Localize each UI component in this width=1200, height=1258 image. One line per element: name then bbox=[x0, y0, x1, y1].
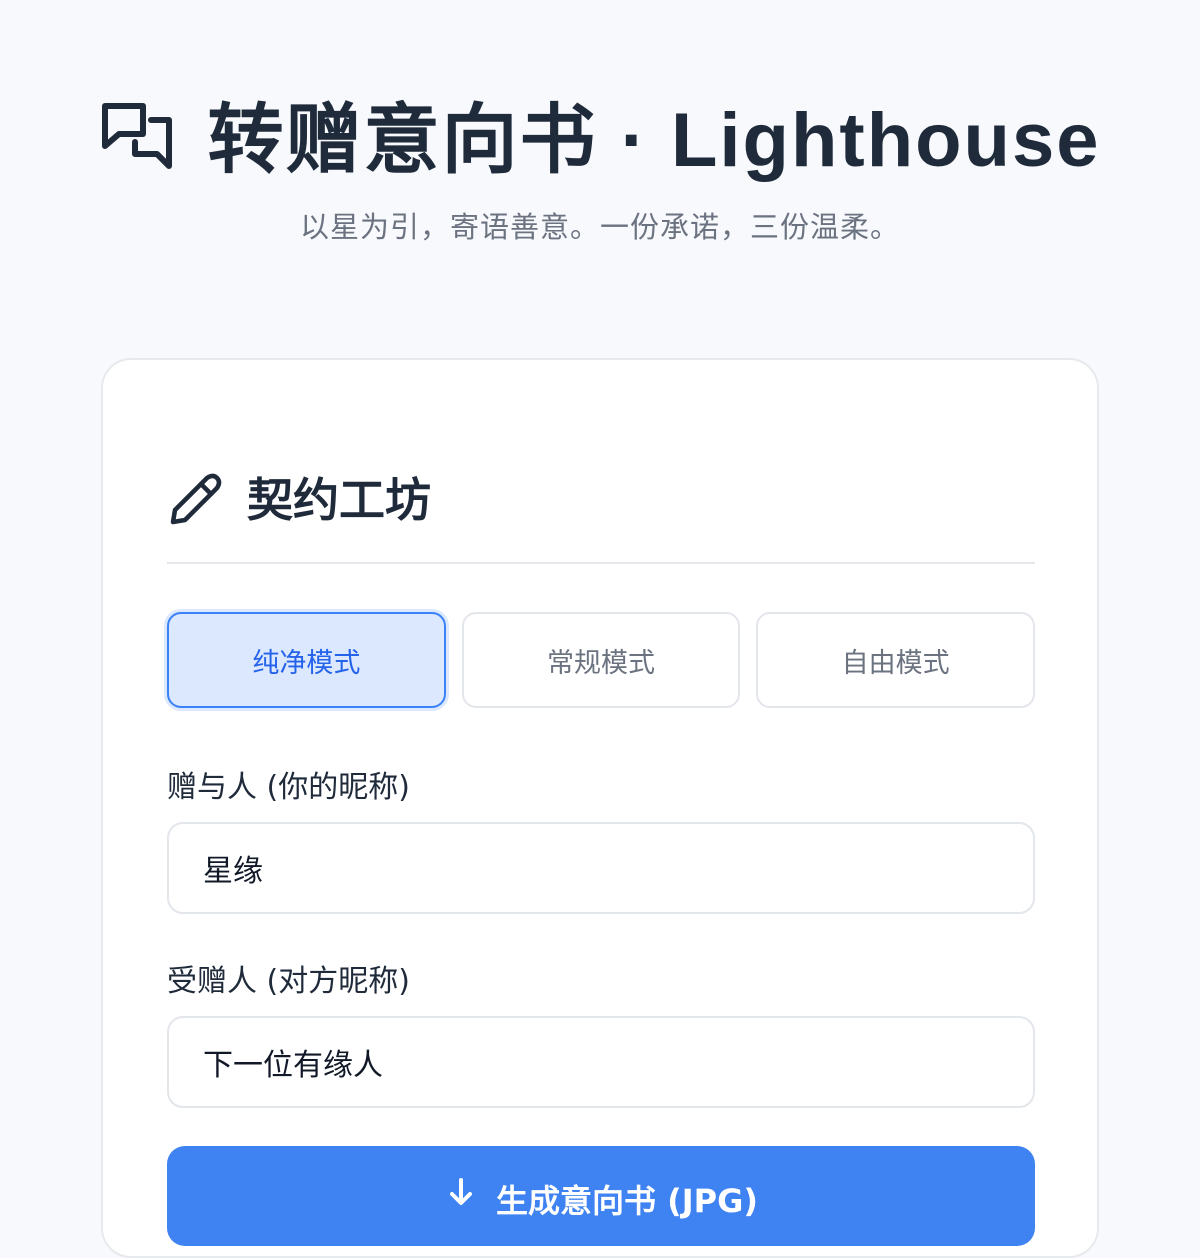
form-card: 契约工坊 纯净模式 常规模式 自由模式 赠与人 (你的昵称) 星缘 受赠人 (对… bbox=[101, 358, 1099, 1258]
pencil-icon bbox=[170, 473, 222, 525]
generate-button-label: 生成意向书 (JPG) bbox=[495, 1182, 759, 1220]
mode-button-pure[interactable]: 纯净模式 bbox=[167, 612, 446, 708]
mode-button-normal[interactable]: 常规模式 bbox=[461, 612, 741, 708]
page-title: 转赠意向书 · Lighthouse bbox=[207, 98, 1101, 183]
section-header: 契约工坊 bbox=[167, 470, 1035, 564]
receiver-input[interactable]: 下一位有缘人 bbox=[167, 1016, 1035, 1108]
page-header: 转赠意向书 · Lighthouse 以星为引，寄语善意。一份承诺，三份温柔。 bbox=[0, 0, 1200, 300]
giver-label: 赠与人 (你的昵称) bbox=[167, 770, 410, 805]
section-title: 契约工坊 bbox=[247, 473, 431, 527]
title-row: 转赠意向书 · Lighthouse bbox=[0, 78, 1200, 188]
mode-selector: 纯净模式 常规模式 自由模式 bbox=[167, 612, 1036, 708]
mode-button-free[interactable]: 自由模式 bbox=[756, 612, 1036, 708]
giver-input[interactable]: 星缘 bbox=[167, 822, 1035, 914]
chat-bubbles-icon bbox=[102, 103, 173, 169]
download-icon bbox=[449, 1178, 472, 1205]
generate-button[interactable]: 生成意向书 (JPG) bbox=[167, 1146, 1035, 1246]
receiver-label: 受赠人 (对方昵称) bbox=[167, 964, 410, 999]
page-subtitle: 以星为引，寄语善意。一份承诺，三份温柔。 bbox=[299, 210, 900, 244]
